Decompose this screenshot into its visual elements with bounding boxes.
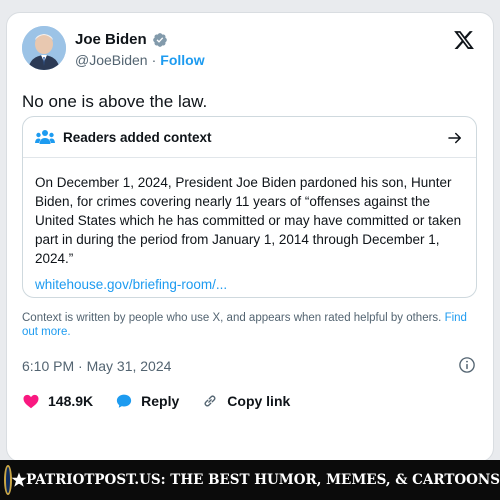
heart-icon (23, 394, 39, 409)
community-note-title: Readers added context (63, 129, 212, 145)
author-name-row: Joe Biden (75, 31, 168, 48)
source-link[interactable]: whitehouse.gov/briefing-room/... (35, 277, 227, 292)
follow-button[interactable]: Follow (160, 52, 204, 68)
copy-link-button[interactable]: Copy link (201, 392, 290, 410)
reply-button[interactable]: Reply (115, 392, 179, 410)
like-count: 148.9K (48, 393, 94, 409)
timestamp[interactable]: 6:10 PM · May 31, 2024 (22, 358, 171, 374)
watermark-banner: . PATRIOTPOST.US: THE BEST HUMOR, MEMES,… (0, 460, 500, 500)
community-note-body: On December 1, 2024, President Joe Biden… (35, 175, 462, 266)
x-logo-icon[interactable] (453, 29, 475, 51)
reply-icon (117, 394, 132, 408)
link-icon (204, 395, 216, 407)
people-icon (35, 130, 55, 144)
tweet-text: No one is above the law. (22, 92, 208, 111)
action-bar: 148.9K Reply Copy link (22, 392, 312, 410)
context-disclaimer: Context is written by people who use X, … (22, 311, 482, 339)
copy-link-label: Copy link (227, 393, 291, 409)
community-note-card[interactable]: Readers added context On December 1, 202… (22, 116, 477, 298)
context-disclaimer-text: Context is written by people who use X, … (22, 312, 442, 324)
avatar[interactable] (22, 26, 66, 70)
verified-badge-icon (152, 32, 168, 48)
seal-icon (4, 465, 27, 495)
reply-label: Reply (141, 393, 180, 409)
handle[interactable]: @JoeBiden (75, 52, 148, 68)
arrow-right-icon[interactable] (446, 129, 464, 147)
like-button[interactable]: 148.9K (22, 392, 93, 410)
community-note-header: Readers added context (35, 129, 212, 145)
tweet-card: Joe Biden @JoeBiden · Follow No one is a… (6, 12, 494, 462)
watermark-text: . PATRIOTPOST.US: THE BEST HUMOR, MEMES,… (16, 472, 500, 488)
display-name[interactable]: Joe Biden (75, 31, 147, 48)
separator-dot: · (151, 52, 157, 68)
info-icon[interactable] (458, 356, 476, 374)
author-handle-row: @JoeBiden · Follow (75, 52, 205, 68)
divider (23, 157, 476, 158)
